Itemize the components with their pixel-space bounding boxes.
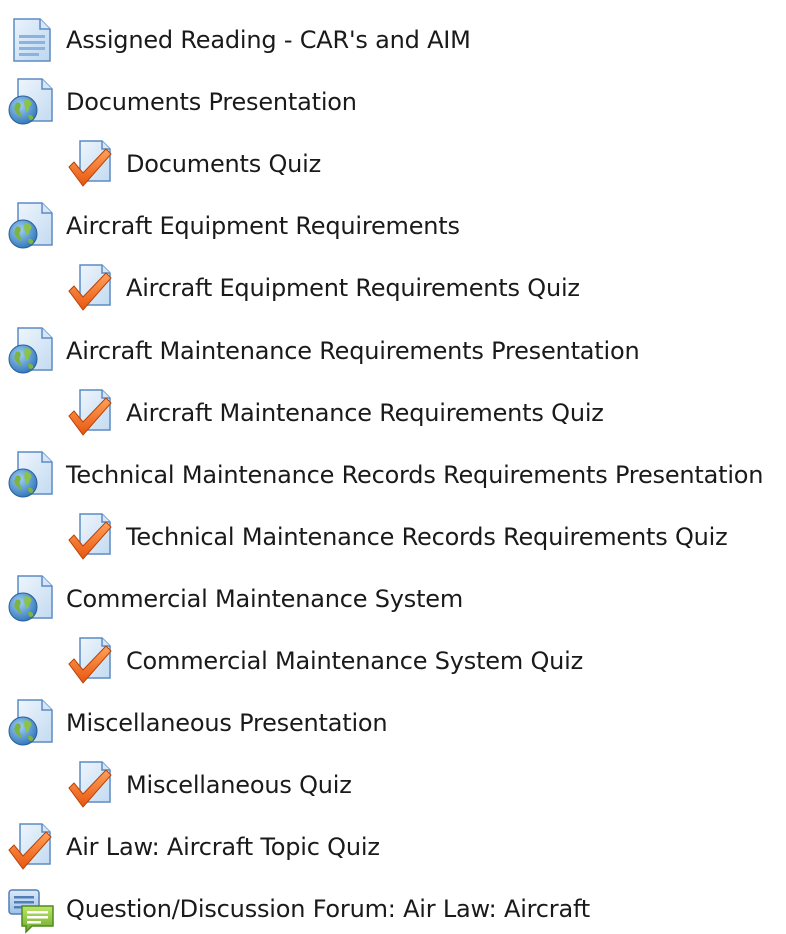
quiz-icon (6, 822, 56, 872)
quiz-icon (66, 760, 116, 810)
activity-item[interactable]: Commercial Maintenance System (6, 574, 463, 624)
activity-list: Assigned Reading - CAR's and AIM Documen… (0, 0, 786, 934)
activity-item[interactable]: Documents Presentation (6, 77, 357, 127)
quiz-icon (66, 263, 116, 313)
activity-item[interactable]: Aircraft Equipment Requirements Quiz (66, 263, 580, 313)
activity-item[interactable]: Aircraft Equipment Requirements (6, 201, 460, 251)
activity-item[interactable]: Question/Discussion Forum: Air Law: Airc… (6, 884, 590, 934)
page-icon (6, 15, 56, 65)
url-icon (6, 201, 56, 251)
url-icon (6, 450, 56, 500)
activity-item[interactable]: Commercial Maintenance System Quiz (66, 636, 583, 686)
activity-item[interactable]: Technical Maintenance Records Requiremen… (6, 450, 763, 500)
activity-label[interactable]: Aircraft Equipment Requirements (66, 211, 460, 241)
activity-label[interactable]: Documents Presentation (66, 87, 357, 117)
activity-item[interactable]: Aircraft Maintenance Requirements Presen… (6, 326, 640, 376)
activity-label[interactable]: Aircraft Maintenance Requirements Quiz (126, 398, 604, 428)
quiz-icon (66, 139, 116, 189)
activity-label[interactable]: Question/Discussion Forum: Air Law: Airc… (66, 894, 590, 924)
quiz-icon (66, 636, 116, 686)
activity-label[interactable]: Documents Quiz (126, 149, 321, 179)
activity-item[interactable]: Air Law: Aircraft Topic Quiz (6, 822, 380, 872)
quiz-icon (66, 512, 116, 562)
url-icon (6, 574, 56, 624)
activity-label[interactable]: Technical Maintenance Records Requiremen… (66, 460, 763, 490)
activity-item[interactable]: Aircraft Maintenance Requirements Quiz (66, 388, 604, 438)
activity-item[interactable]: Documents Quiz (66, 139, 321, 189)
activity-item[interactable]: Assigned Reading - CAR's and AIM (6, 15, 471, 65)
activity-label[interactable]: Aircraft Maintenance Requirements Presen… (66, 336, 640, 366)
activity-label[interactable]: Assigned Reading - CAR's and AIM (66, 25, 471, 55)
activity-label[interactable]: Commercial Maintenance System (66, 584, 463, 614)
activity-label[interactable]: Technical Maintenance Records Requiremen… (126, 522, 728, 552)
activity-label[interactable]: Aircraft Equipment Requirements Quiz (126, 273, 580, 303)
activity-label[interactable]: Air Law: Aircraft Topic Quiz (66, 832, 380, 862)
quiz-icon (66, 388, 116, 438)
activity-label[interactable]: Miscellaneous Presentation (66, 708, 388, 738)
activity-item[interactable]: Miscellaneous Quiz (66, 760, 352, 810)
activity-item[interactable]: Technical Maintenance Records Requiremen… (66, 512, 728, 562)
activity-item[interactable]: Miscellaneous Presentation (6, 698, 388, 748)
url-icon (6, 326, 56, 376)
activity-label[interactable]: Miscellaneous Quiz (126, 770, 352, 800)
activity-label[interactable]: Commercial Maintenance System Quiz (126, 646, 583, 676)
url-icon (6, 77, 56, 127)
url-icon (6, 698, 56, 748)
forum-icon (6, 884, 56, 934)
